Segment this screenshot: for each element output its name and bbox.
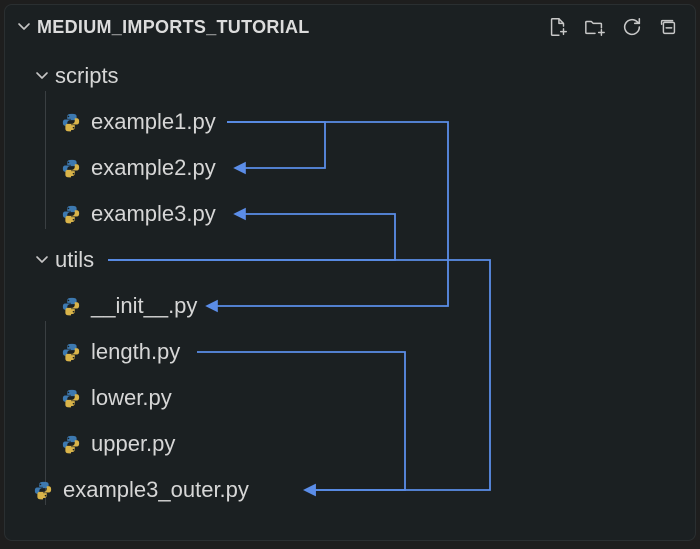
python-file-icon (61, 112, 81, 132)
python-file-icon (61, 388, 81, 408)
file-row[interactable]: length.py (5, 329, 695, 375)
folder-label: utils (55, 247, 94, 273)
file-row[interactable]: example2.py (5, 145, 695, 191)
explorer-panel: MEDIUM_IMPORTS_TUTORIAL scripts (4, 4, 696, 541)
chevron-down-icon[interactable] (15, 18, 33, 36)
folder-row-scripts[interactable]: scripts (5, 53, 695, 99)
new-folder-icon[interactable] (583, 16, 607, 38)
project-title: MEDIUM_IMPORTS_TUTORIAL (37, 17, 547, 38)
file-label: example3_outer.py (63, 477, 249, 503)
python-file-icon (61, 158, 81, 178)
file-label: lower.py (91, 385, 172, 411)
explorer-header: MEDIUM_IMPORTS_TUTORIAL (5, 5, 695, 47)
file-row[interactable]: upper.py (5, 421, 695, 467)
python-file-icon (61, 434, 81, 454)
chevron-down-icon (33, 251, 51, 269)
chevron-down-icon (33, 67, 51, 85)
file-label: example1.py (91, 109, 216, 135)
header-actions (547, 16, 683, 38)
file-label: example2.py (91, 155, 216, 181)
collapse-all-icon[interactable] (657, 16, 679, 38)
file-row[interactable]: example3.py (5, 191, 695, 237)
file-tree: scripts example1.py example2.py example3… (5, 47, 695, 513)
file-row[interactable]: example1.py (5, 99, 695, 145)
file-label: example3.py (91, 201, 216, 227)
python-file-icon (61, 296, 81, 316)
folder-row-utils[interactable]: utils (5, 237, 695, 283)
file-label: __init__.py (91, 293, 197, 319)
python-file-icon (33, 480, 53, 500)
file-row[interactable]: lower.py (5, 375, 695, 421)
file-label: upper.py (91, 431, 175, 457)
new-file-icon[interactable] (547, 16, 569, 38)
file-label: length.py (91, 339, 180, 365)
folder-label: scripts (55, 63, 119, 89)
file-row[interactable]: __init__.py (5, 283, 695, 329)
python-file-icon (61, 204, 81, 224)
file-row[interactable]: example3_outer.py (5, 467, 695, 513)
refresh-icon[interactable] (621, 16, 643, 38)
python-file-icon (61, 342, 81, 362)
